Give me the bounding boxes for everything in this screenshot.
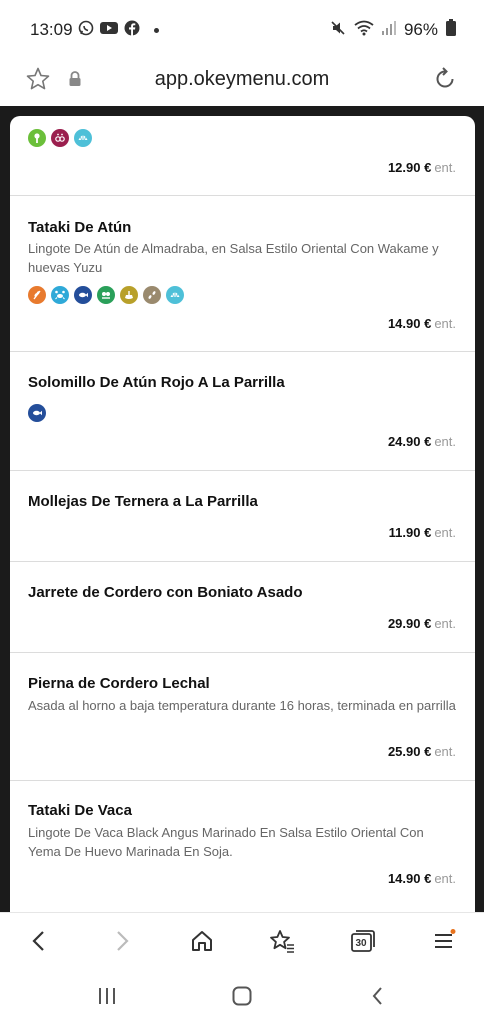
item-price: 29.90 € ent. — [388, 616, 456, 631]
more-notifications-icon — [154, 28, 159, 33]
mute-icon — [330, 20, 346, 41]
price-value: 29.90 € — [387, 616, 432, 631]
celery-icon — [28, 129, 46, 147]
fish-icon — [74, 286, 92, 304]
price-value: 11.90 € — [388, 525, 432, 540]
mustard-sauce-icon — [120, 286, 138, 304]
price-value: 14.90 € — [387, 316, 432, 331]
home-button[interactable] — [188, 927, 216, 955]
price-unit: ent. — [434, 316, 456, 331]
item-description: Asada al horno a baja temperatura durant… — [28, 698, 456, 713]
mustard-icon — [51, 129, 69, 147]
item-description: Lingote De Atún de Almadraba, en Salsa E… — [28, 241, 439, 275]
item-price: 25.90 € ent. — [388, 744, 456, 759]
tabs-button[interactable]: 30 — [349, 927, 377, 955]
back-nav-button[interactable] — [364, 982, 392, 1010]
allergen-icons — [28, 404, 46, 422]
item-name: Tataki De Atún — [28, 219, 132, 236]
price-unit: ent. — [434, 160, 456, 175]
item-name: Jarrete de Cordero con Boniato Asado — [28, 584, 303, 601]
gluten-icon — [28, 286, 46, 304]
allergen-icons — [28, 286, 184, 304]
wifi-icon — [354, 20, 374, 41]
url-text[interactable]: app.okeymenu.com — [0, 68, 484, 91]
price-unit: ent. — [434, 744, 456, 759]
price-unit: ent. — [434, 871, 456, 886]
back-button[interactable] — [25, 927, 53, 955]
item-name: Pierna de Cordero Lechal — [28, 675, 210, 692]
menu-item[interactable]: Mollejas De Ternera a La Parrilla 11.90 … — [10, 471, 475, 562]
menu-item[interactable]: Jarrete de Cordero con Boniato Asado 29.… — [10, 562, 475, 653]
menu-item[interactable]: 12.90 € ent. — [10, 116, 475, 196]
bookmarks-button[interactable] — [268, 927, 296, 955]
menu-item[interactable]: Tataki De Vaca Lingote De Vaca Black Ang… — [10, 781, 475, 916]
item-price: 24.90 € ent. — [388, 434, 456, 449]
page-frame: 12.90 € ent. Tataki De Atún Lingote De At… — [0, 106, 484, 916]
menu-button[interactable] — [430, 927, 458, 955]
item-description: Lingote De Vaca Black Angus Marinado En … — [28, 825, 424, 859]
home-nav-button[interactable] — [228, 982, 256, 1010]
allergen-icons — [28, 129, 92, 147]
status-bar: 13:09 96% — [0, 0, 484, 58]
crustaceans-icon — [51, 286, 69, 304]
system-navigation-bar — [0, 968, 484, 1024]
battery-level: 96% — [403, 20, 438, 39]
youtube-icon — [100, 21, 118, 40]
price-value: 25.90 € — [387, 744, 432, 759]
item-price: 12.90 € ent. — [388, 160, 456, 175]
recent-apps-button[interactable] — [93, 982, 121, 1010]
facebook-icon — [124, 20, 140, 41]
fish-icon — [28, 404, 46, 422]
signal-icon — [381, 20, 396, 41]
forward-button[interactable] — [108, 927, 136, 955]
status-time: 13:09 — [30, 20, 73, 39]
menu-item[interactable]: Pierna de Cordero Lechal Asada al horno … — [10, 653, 475, 781]
price-value: 14.90 € — [387, 871, 432, 886]
price-unit: ent. — [434, 616, 456, 631]
item-price: 14.90 € ent. — [388, 316, 456, 331]
menu-item[interactable]: Solomillo De Atún Rojo A La Parrilla 24.… — [10, 352, 475, 471]
soy-icon — [97, 286, 115, 304]
reload-icon[interactable] — [432, 66, 458, 97]
system-status: 96% — [330, 19, 456, 41]
tab-count: 30 — [355, 937, 367, 949]
item-price: 11.90 € ent. — [389, 525, 456, 540]
menu-card: 12.90 € ent. Tataki De Atún Lingote De At… — [10, 116, 475, 916]
battery-icon — [446, 19, 456, 41]
menu-item[interactable]: Tataki De Atún Lingote De Atún de Almadr… — [10, 196, 475, 352]
price-unit: ent. — [434, 525, 456, 540]
price-unit: ent. — [434, 434, 456, 449]
whatsapp-icon — [78, 20, 94, 41]
molluscs-icon — [166, 286, 184, 304]
browser-toolbar: 30 — [0, 912, 484, 968]
molluscs-icon — [74, 129, 92, 147]
notification-icons — [78, 20, 159, 41]
price-value: 12.90 € — [387, 160, 432, 175]
item-price: 14.90 € ent. — [388, 871, 456, 886]
item-name: Tataki De Vaca — [28, 802, 132, 819]
price-value: 24.90 € — [387, 434, 432, 449]
address-bar: app.okeymenu.com — [0, 58, 484, 106]
sesame-icon — [143, 286, 161, 304]
item-name: Mollejas De Ternera a La Parrilla — [28, 493, 258, 510]
item-name: Solomillo De Atún Rojo A La Parrilla — [28, 374, 285, 391]
